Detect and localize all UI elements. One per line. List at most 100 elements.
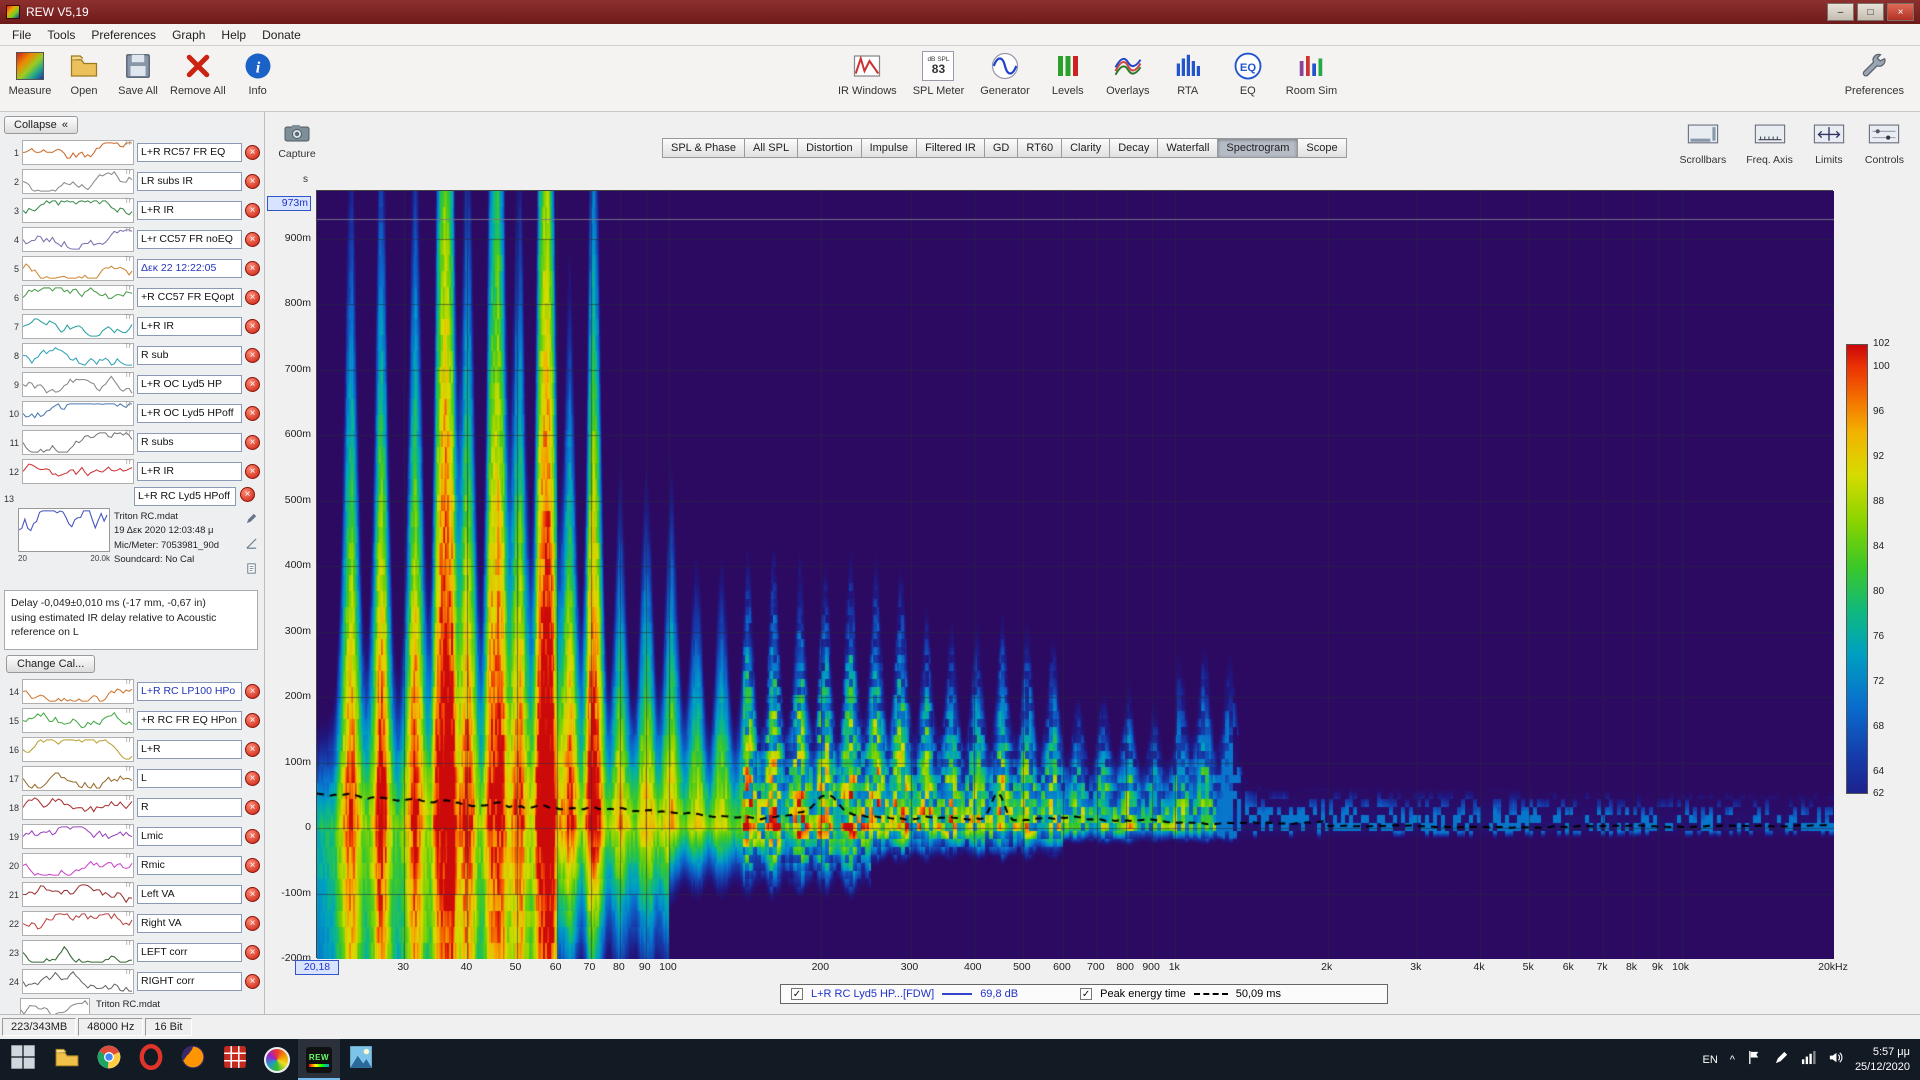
taskbar-clock[interactable]: 5:57 μμ 25/12/2020 [1855,1045,1910,1074]
delete-measurement-button[interactable]: × [245,290,260,305]
measurement-name-field[interactable]: L+R IR [137,462,242,481]
measurement-name-field[interactable]: Rmic [137,856,242,875]
wrench-button[interactable]: Preferences [1845,50,1904,97]
measurement-row[interactable]: 20 Tr Rmic × [2,851,260,880]
eq-button[interactable]: EQ EQ [1226,50,1270,97]
measurement-name-field[interactable]: L+R [137,740,242,759]
delete-measurement-button[interactable]: × [245,945,260,960]
measurement-name-field[interactable]: +R RC FR EQ HPon [137,711,242,730]
delete-measurement-button[interactable]: × [245,742,260,757]
menu-item-donate[interactable]: Donate [254,26,309,44]
measurement-row[interactable]: 23 Tr LEFT corr × [2,938,260,967]
peak-checkbox[interactable]: ✓ [1080,988,1093,1000]
measurement-name-field[interactable]: R [137,798,242,817]
measurement-name-field[interactable]: L+R IR [137,317,242,336]
trace-adjust-icon[interactable] [245,537,258,555]
menu-item-tools[interactable]: Tools [39,26,83,44]
save-button[interactable]: Save All [116,50,160,97]
opera-taskbar-button[interactable] [130,1039,172,1080]
pen-icon[interactable] [1774,1050,1789,1070]
measurement-row[interactable]: 16 Tr L+R × [2,735,260,764]
measurement-row[interactable]: 21 Tr Left VA × [2,880,260,909]
controls-button[interactable]: Controls [1865,124,1904,166]
delete-measurement-button[interactable]: × [245,145,260,160]
tab-decay[interactable]: Decay [1109,138,1159,158]
delete-measurement-button[interactable]: × [245,435,260,450]
measurement-row[interactable]: 15 Tr +R RC FR EQ HPon × [2,706,260,735]
info-button[interactable]: i Info [236,50,280,97]
measurement-name-field[interactable]: R sub [137,346,242,365]
close-button[interactable]: × [1887,3,1914,21]
collapse-button[interactable]: Collapse « [4,116,78,134]
series-checkbox[interactable]: ✓ [791,988,803,1000]
tab-spectrogram[interactable]: Spectrogram [1217,138,1299,158]
scrollbars-button[interactable]: Scrollbars [1680,124,1726,166]
measurement-row[interactable]: 12 Tr L+R IR × [2,457,260,486]
rew-taskbar-button[interactable]: REW [298,1039,340,1080]
spectrogram-canvas[interactable] [317,191,1834,959]
tab-rt60[interactable]: RT60 [1017,138,1063,158]
tab-filtered-ir[interactable]: Filtered IR [916,138,985,158]
firefox-taskbar-button[interactable] [172,1039,214,1080]
edit-notes-icon[interactable] [245,512,258,530]
palette-taskbar-button[interactable] [256,1039,298,1080]
measurement-row[interactable]: 19 Tr Lmic × [2,822,260,851]
delete-measurement-button[interactable]: × [245,319,260,334]
measurement-name-field[interactable]: Δεκ 22 12:22:05 [137,259,242,278]
tab-impulse[interactable]: Impulse [860,138,918,158]
measurement-name-field[interactable]: Right VA [137,914,242,933]
measurement-name-field[interactable]: L+R RC LP100 HPo [137,682,242,701]
tab-scope[interactable]: Scope [1297,138,1347,158]
delete-measurement-button[interactable]: × [245,800,260,815]
roomsim-button[interactable]: Room Sim [1286,50,1337,97]
tab-distortion[interactable]: Distortion [797,138,862,158]
delete-measurement-button[interactable]: × [245,348,260,363]
delete-measurement-button[interactable]: × [245,174,260,189]
tab-spl-phase[interactable]: SPL & Phase [662,138,746,158]
delete-measurement-button[interactable]: × [245,771,260,786]
photos-taskbar-button[interactable] [340,1039,382,1080]
measurement-row[interactable]: 24 Tr RIGHT corr × [2,967,260,996]
measurement-row[interactable]: 11 Tr R subs × [2,428,260,457]
delete-measurement-button[interactable]: × [245,887,260,902]
chrome-taskbar-button[interactable] [88,1039,130,1080]
capture-button[interactable]: Capture [273,124,321,160]
menu-item-preferences[interactable]: Preferences [83,26,164,44]
measurement-row[interactable]: 8 Tr R sub × [2,341,260,370]
start-taskbar-button[interactable] [0,1039,46,1080]
delete-measurement-button[interactable]: × [245,829,260,844]
tab-clarity[interactable]: Clarity [1061,138,1111,158]
rta-button[interactable]: RTA [1166,50,1210,97]
measurement-row[interactable]: 5 Tr Δεκ 22 12:22:05 × [2,254,260,283]
measurement-name-field[interactable]: L+R OC Lyd5 HP [137,375,242,394]
language-indicator[interactable]: EN [1702,1054,1717,1066]
irwindows-button[interactable]: IR Windows [838,50,897,97]
measurement-row[interactable]: 6 Tr +R CC57 FR EQopt × [2,283,260,312]
measurement-row[interactable]: 9 Tr L+R OC Lyd5 HP × [2,370,260,399]
measurement-name-field[interactable]: R subs [137,433,242,452]
speaker-icon[interactable] [1828,1050,1843,1070]
delete-measurement-button[interactable]: × [245,232,260,247]
measurement-name-field[interactable]: L+R RC Lyd5 HPoff [134,487,236,506]
measurement-row[interactable]: 7 Tr L+R IR × [2,312,260,341]
measurement-name-field[interactable]: RIGHT corr [137,972,242,991]
delete-measurement-button[interactable]: × [245,406,260,421]
measurement-row[interactable]: 14 Tr L+R RC LP100 HPo × [2,677,260,706]
measurement-name-field[interactable]: +R CC57 FR EQopt [137,288,242,307]
measurement-name-field[interactable]: Lmic [137,827,242,846]
delete-measurement-button[interactable]: × [245,974,260,989]
measurement-row[interactable]: 10 Tr L+R OC Lyd5 HPoff × [2,399,260,428]
levels-button[interactable]: Levels [1046,50,1090,97]
measurement-row[interactable]: 2 Tr LR subs IR × [2,167,260,196]
measurement-name-field[interactable]: Left VA [137,885,242,904]
delete-measurement-button[interactable]: × [245,377,260,392]
delete-measurement-button[interactable]: × [245,203,260,218]
tab-waterfall[interactable]: Waterfall [1157,138,1219,158]
delete-measurement-button[interactable]: × [245,684,260,699]
measurement-name-field[interactable]: LEFT corr [137,943,242,962]
measurement-name-field[interactable]: L [137,769,242,788]
delete-measurement-button[interactable]: × [245,916,260,931]
measurement-row[interactable]: 4 Tr L+r CC57 FR noEQ × [2,225,260,254]
grid-taskbar-button[interactable] [214,1039,256,1080]
tray-chevron-icon[interactable]: ^ [1730,1054,1735,1066]
